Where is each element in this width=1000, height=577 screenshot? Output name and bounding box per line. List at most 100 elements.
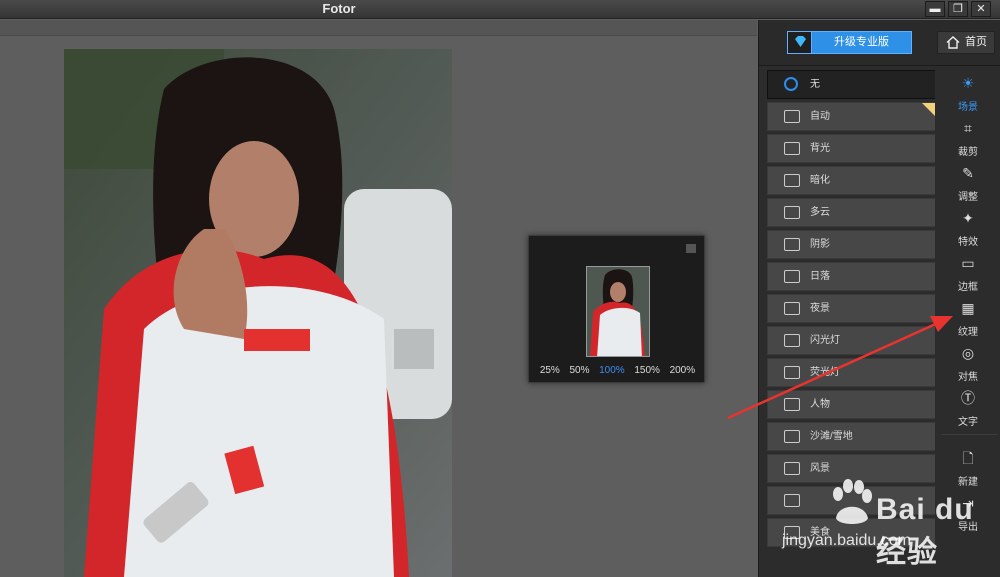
scene-item-sunset[interactable]: 日落 [767, 262, 937, 291]
scene-label: 沙滩/雪地 [810, 431, 853, 442]
title-bar: Fotor ▬ ❐ ✕ [0, 0, 1000, 19]
home-icon [946, 36, 960, 49]
scene-item-none[interactable]: 无 [767, 70, 937, 99]
tool-effects[interactable]: ✦ 特效 [935, 205, 1000, 249]
backlight-icon [784, 142, 800, 155]
landscape-icon [784, 462, 800, 475]
scene-item-cloudy[interactable]: 多云 [767, 198, 937, 227]
export-icon: ⇥ [962, 495, 974, 511]
minimize-button[interactable]: ▬ [925, 1, 945, 17]
tool-label: 场景 [958, 102, 978, 113]
navigator-close-icon[interactable] [686, 244, 696, 253]
scene-item-flash[interactable]: 闪光灯 [767, 326, 937, 355]
scene-item-shadow[interactable]: 阴影 [767, 230, 937, 259]
canvas-toolbar-strip [0, 20, 757, 36]
zoom-150-option[interactable]: 150% [634, 365, 660, 376]
scene-item-landscape[interactable]: 风景 [767, 454, 937, 483]
tool-focus[interactable]: ◎ 对焦 [935, 340, 1000, 384]
scene-item-darken[interactable]: 暗化 [767, 166, 937, 195]
pencil-icon: ✎ [962, 165, 974, 181]
scene-item-portrait[interactable]: 人物 [767, 390, 937, 419]
camera-icon [784, 110, 800, 123]
diamond-icon [788, 32, 812, 53]
scene-label: 日落 [810, 271, 830, 282]
zoom-levels: 25% 50% 100% 150% 200% [529, 365, 706, 376]
tool-crop[interactable]: ⌗ 裁剪 [935, 115, 1000, 159]
scene-label: 闪光灯 [810, 335, 840, 346]
scene-item-food[interactable]: 美食 [767, 518, 937, 547]
scene-label: 美食 [810, 527, 830, 538]
scene-item-auto[interactable]: 自动 [767, 102, 937, 131]
darken-icon [784, 174, 800, 187]
tool-label: 对焦 [958, 372, 978, 383]
tools-divider [941, 434, 997, 435]
moon-icon [784, 302, 800, 315]
none-icon [784, 77, 798, 91]
scene-label: 自动 [810, 111, 830, 122]
tool-scene[interactable]: ☀ 场景 [935, 70, 1000, 114]
scene-item-fluorescent[interactable]: 荧光灯 [767, 358, 937, 387]
tool-label: 裁剪 [958, 147, 978, 158]
close-button[interactable]: ✕ [971, 1, 991, 17]
zoom-50-option[interactable]: 50% [569, 365, 589, 376]
sunset-icon [784, 270, 800, 283]
scene-item-building[interactable] [767, 486, 937, 515]
zoom-100-option[interactable]: 100% [599, 365, 625, 376]
home-label: 首页 [965, 36, 987, 48]
tool-adjust[interactable]: ✎ 调整 [935, 160, 1000, 204]
tool-frame[interactable]: ▭ 边框 [935, 250, 1000, 294]
tool-label: 纹理 [958, 327, 978, 338]
focus-icon: ◎ [961, 345, 975, 361]
scene-label: 无 [810, 79, 820, 90]
scene-label: 阴影 [810, 239, 830, 250]
home-button[interactable]: 首页 [937, 31, 995, 54]
zoom-navigator: 25% 50% 100% 150% 200% [528, 235, 705, 383]
tool-label: 边框 [958, 282, 978, 293]
beach-icon [784, 430, 800, 443]
scene-item-backlight[interactable]: 背光 [767, 134, 937, 163]
food-icon [784, 526, 800, 539]
sun-icon: ☀ [961, 75, 975, 91]
photo-preview[interactable] [64, 49, 452, 577]
shadow-icon [784, 238, 800, 251]
flash-icon [784, 334, 800, 347]
app-title: Fotor [322, 1, 356, 16]
scene-item-night[interactable]: 夜景 [767, 294, 937, 323]
premium-corner-badge [922, 103, 936, 117]
tool-new[interactable]: 🗋 新建 [935, 445, 1000, 489]
scene-label: 荧光灯 [810, 367, 840, 378]
building-icon [784, 494, 800, 507]
right-panel: 升级专业版 首页 无 自动 背光 暗化 多云 阴影 日落 夜景 闪光灯 荧光灯 … [758, 20, 1000, 577]
frame-icon: ▭ [961, 255, 975, 271]
scene-label: 多云 [810, 207, 830, 218]
sparkle-icon: ✦ [962, 210, 974, 226]
scene-label: 暗化 [810, 175, 830, 186]
text-icon: Ⓣ [961, 390, 975, 406]
tool-label: 新建 [958, 477, 978, 488]
photo-illustration [64, 49, 452, 577]
portrait-icon [784, 398, 800, 411]
tools-sidebar: ☀ 场景 ⌗ 裁剪 ✎ 调整 ✦ 特效 ▭ 边框 ▦ 纹理 ◎ 对焦 Ⓣ 文字 🗋 新建 ⇥ 导出 [935, 70, 1000, 577]
tool-label: 文字 [958, 417, 978, 428]
upgrade-button[interactable]: 升级专业版 [787, 31, 912, 54]
crop-icon: ⌗ [964, 120, 972, 136]
tool-label: 特效 [958, 237, 978, 248]
cloud-icon [784, 206, 800, 219]
tool-label: 调整 [958, 192, 978, 203]
zoom-200-option[interactable]: 200% [670, 365, 696, 376]
navigator-thumbnail[interactable] [586, 266, 650, 357]
tool-label: 导出 [958, 522, 978, 533]
scene-label: 风景 [810, 463, 830, 474]
checker-icon: ▦ [961, 300, 975, 316]
tool-texture[interactable]: ▦ 纹理 [935, 295, 1000, 339]
scene-item-beach-snow[interactable]: 沙滩/雪地 [767, 422, 937, 451]
scene-list: 无 自动 背光 暗化 多云 阴影 日落 夜景 闪光灯 荧光灯 人物 沙滩/雪地 … [767, 70, 937, 550]
zoom-25-option[interactable]: 25% [540, 365, 560, 376]
tool-export[interactable]: ⇥ 导出 [935, 490, 1000, 534]
navigator-thumbnail-image [587, 267, 649, 356]
fluorescent-icon [784, 366, 800, 379]
scene-label: 人物 [810, 399, 830, 410]
restore-button[interactable]: ❐ [948, 1, 968, 17]
upgrade-label: 升级专业版 [834, 36, 889, 48]
tool-text[interactable]: Ⓣ 文字 [935, 385, 1000, 429]
